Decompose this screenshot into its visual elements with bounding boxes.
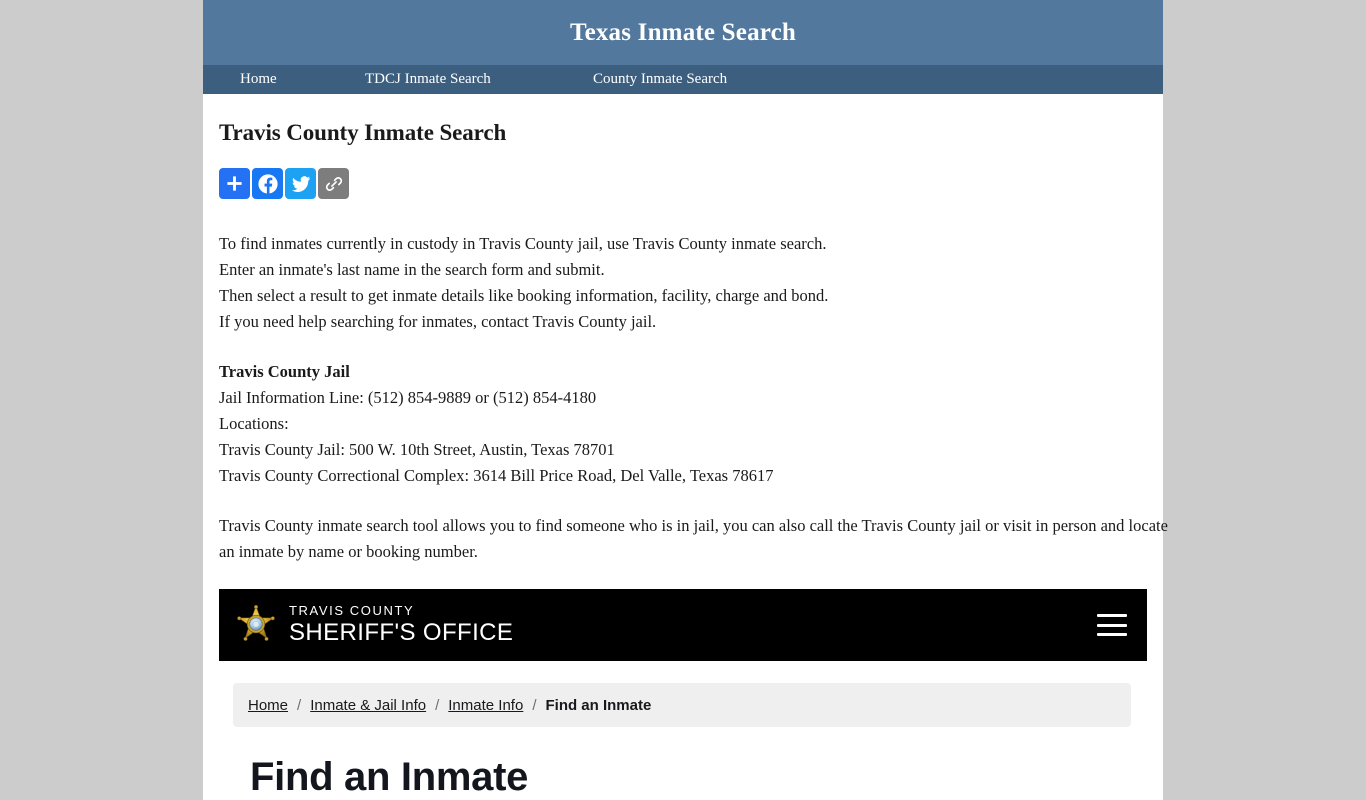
jail-info-block: Travis County Jail Jail Information Line… (219, 359, 1147, 489)
nav-item-tdcj-inmate-search[interactable]: TDCJ Inmate Search (365, 71, 593, 88)
nav-item-county-inmate-search[interactable]: County Inmate Search (593, 71, 793, 88)
twitter-bird-icon (291, 175, 310, 192)
site-header: Texas Inmate Search (203, 0, 1163, 65)
plus-icon (227, 176, 242, 191)
chain-link-icon (325, 176, 342, 191)
jail-location-1: Travis County Jail: 500 W. 10th Street, … (219, 440, 615, 459)
hamburger-bar-3 (1097, 633, 1127, 636)
page-title: Travis County Inmate Search (219, 120, 507, 145)
article: Travis County Inmate Search To find inma… (203, 94, 1168, 565)
facebook-share-button[interactable] (252, 168, 283, 199)
sheriff-brand[interactable]: TRAVIS COUNTY SHERIFF'S OFFICE (235, 603, 513, 647)
breadcrumb-separator-3: / (532, 696, 537, 714)
hamburger-bar-2 (1097, 623, 1127, 627)
intro-paragraph: To find inmates currently in custody in … (219, 231, 1147, 335)
copy-link-button[interactable] (318, 168, 349, 199)
page-content-column: Texas Inmate Search Home TDCJ Inmate Sea… (203, 0, 1168, 800)
intro-line-4: If you need help searching for inmates, … (219, 312, 657, 331)
tool-description-paragraph: Travis County inmate search tool allows … (219, 516, 1168, 561)
breadcrumb-separator-2: / (435, 696, 440, 714)
jail-location-2: Travis County Correctional Complex: 3614… (219, 466, 774, 485)
share-button-row (219, 168, 1147, 199)
intro-line-3: Then select a result to get inmate detai… (219, 286, 829, 305)
find-an-inmate-title: Find an Inmate (250, 755, 529, 799)
sheriff-star-badge-icon (235, 604, 277, 646)
hamburger-menu-icon[interactable] (1097, 614, 1127, 636)
sheriff-wordmark: TRAVIS COUNTY SHERIFF'S OFFICE (289, 603, 513, 647)
embedded-sheriff-site: TRAVIS COUNTY SHERIFF'S OFFICE Home / In… (219, 589, 1147, 800)
jail-locations-label: Locations: (219, 414, 289, 433)
sheriff-banner: TRAVIS COUNTY SHERIFF'S OFFICE (219, 589, 1147, 661)
intro-line-1: To find inmates currently in custody in … (219, 234, 827, 253)
breadcrumb-item-inmate-and-jail-info[interactable]: Inmate & Jail Info (310, 697, 426, 714)
facebook-icon (257, 173, 278, 194)
breadcrumb-wrapper: Home / Inmate & Jail Info / Inmate Info … (219, 661, 1147, 727)
sheriff-county-label: TRAVIS COUNTY (289, 603, 415, 618)
breadcrumb-item-home[interactable]: Home (248, 697, 288, 714)
sheriff-office-label: SHERIFF'S OFFICE (289, 619, 514, 646)
breadcrumb-item-current: Find an Inmate (545, 696, 652, 714)
addthis-share-button[interactable] (219, 168, 250, 199)
intro-line-2: Enter an inmate's last name in the searc… (219, 260, 605, 279)
nav-item-home[interactable]: Home (240, 71, 365, 88)
site-title: Texas Inmate Search (569, 18, 797, 46)
jail-heading: Travis County Jail (219, 362, 350, 381)
breadcrumb: Home / Inmate & Jail Info / Inmate Info … (233, 683, 1131, 727)
twitter-share-button[interactable] (285, 168, 316, 199)
jail-information-line: Jail Information Line: (512) 854-9889 or… (219, 388, 597, 407)
main-navigation: Home TDCJ Inmate Search County Inmate Se… (203, 65, 1163, 94)
breadcrumb-separator-1: / (297, 696, 302, 714)
hamburger-bar-1 (1097, 614, 1127, 617)
breadcrumb-item-inmate-info[interactable]: Inmate Info (448, 697, 523, 714)
